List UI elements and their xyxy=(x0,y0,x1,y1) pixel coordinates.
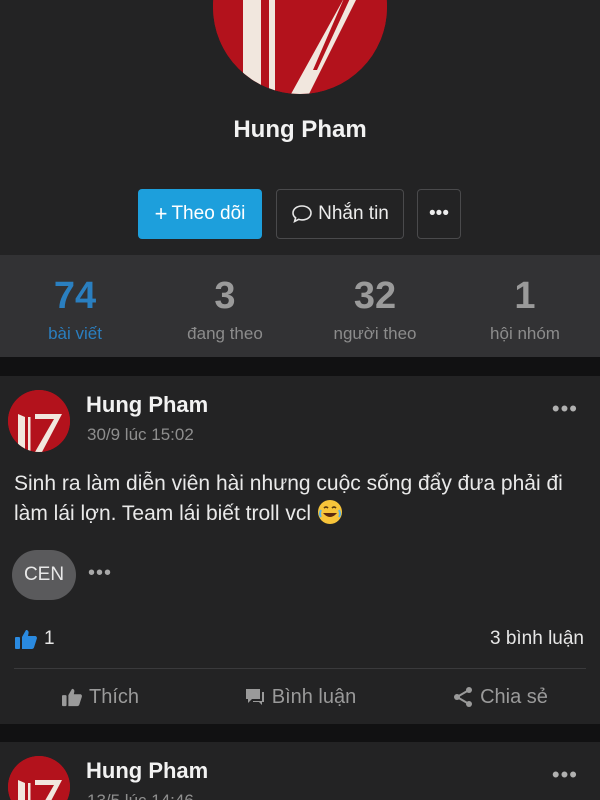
thumbs-up-icon xyxy=(15,630,37,649)
profile-name: Hung Pham xyxy=(233,116,367,143)
post-author[interactable]: Hung Pham xyxy=(86,392,208,418)
more-options-button[interactable]: ••• xyxy=(417,189,461,239)
post-menu-icon[interactable]: ••• xyxy=(552,396,578,422)
comment-button[interactable]: Bình luận xyxy=(200,676,400,718)
like-button[interactable]: Thích xyxy=(0,676,200,718)
stat-groups-label: hội nhóm xyxy=(490,324,560,343)
share-label: Chia sẻ xyxy=(480,685,548,708)
profile-stats: 74 bài viết 3 đang theo 32 người theo 1 … xyxy=(0,255,600,357)
profile-header: Hung Pham + Theo dõi Nhắn tin ••• xyxy=(0,0,600,255)
more-icon: ••• xyxy=(429,203,449,224)
post-timestamp: 13/5 lúc 14:46 xyxy=(87,791,194,800)
post-text: Sinh ra làm diễn viên hài nhưng cuộc sốn… xyxy=(14,469,574,529)
stat-posts-value: 74 xyxy=(53,275,97,317)
post-timestamp: 30/9 lúc 15:02 xyxy=(87,425,194,444)
stat-following-value: 3 xyxy=(214,275,236,317)
post-text-content: Sinh ra làm diễn viên hài nhưng cuộc sốn… xyxy=(14,472,563,525)
post-avatar[interactable] xyxy=(8,756,70,800)
follow-label: Theo dõi xyxy=(171,203,246,224)
stat-posts[interactable]: 74 bài viết xyxy=(0,255,150,357)
laughing-emoji-icon xyxy=(317,500,342,524)
like-label: Thích xyxy=(88,685,140,708)
post-author[interactable]: Hung Pham xyxy=(86,758,208,784)
post-menu-icon[interactable]: ••• xyxy=(552,762,578,788)
stat-followers[interactable]: 32 người theo xyxy=(300,255,450,357)
stat-posts-label: bài viết xyxy=(48,324,102,343)
post-card: Hung Pham 13/5 lúc 14:46 ••• xyxy=(0,742,600,800)
stat-following-label: đang theo xyxy=(187,324,263,343)
group-chip[interactable]: CEN xyxy=(12,550,76,600)
thumbs-up-icon xyxy=(61,688,82,707)
share-button[interactable]: Chia sẻ xyxy=(400,676,600,718)
like-summary[interactable]: 1 xyxy=(14,628,55,650)
stat-groups-value: 1 xyxy=(514,275,536,317)
divider xyxy=(14,668,586,669)
follow-button[interactable]: + Theo dõi xyxy=(138,189,262,239)
chip-more-icon[interactable]: ••• xyxy=(88,562,112,585)
stat-groups[interactable]: 1 hội nhóm xyxy=(450,255,600,357)
stat-followers-label: người theo xyxy=(333,324,417,343)
post-card: Hung Pham 30/9 lúc 15:02 ••• Sinh ra làm… xyxy=(0,376,600,724)
comment-icon xyxy=(245,689,264,705)
share-icon xyxy=(454,687,473,707)
post-actions: Thích Bình luận Chia sẻ xyxy=(0,676,600,718)
message-button[interactable]: Nhắn tin xyxy=(276,189,404,239)
post-avatar[interactable] xyxy=(8,390,70,452)
stat-following[interactable]: 3 đang theo xyxy=(150,255,300,357)
stat-followers-value: 32 xyxy=(353,275,397,317)
comment-count[interactable]: 3 bình luận xyxy=(490,628,584,650)
message-label: Nhắn tin xyxy=(318,203,389,224)
like-count-value: 1 xyxy=(44,628,55,649)
comment-label: Bình luận xyxy=(271,685,357,708)
chat-bubble-icon xyxy=(292,205,312,224)
plus-icon: + xyxy=(154,201,168,226)
profile-avatar[interactable] xyxy=(213,0,387,94)
